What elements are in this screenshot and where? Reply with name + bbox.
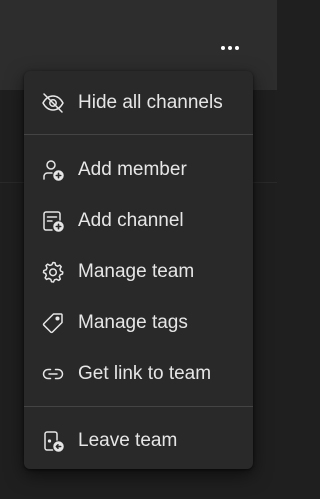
menu-item-label: Add channel <box>78 210 184 231</box>
menu-item-hide-all-channels[interactable]: Hide all channels <box>24 81 253 125</box>
menu-separator <box>24 406 253 407</box>
menu-item-label: Leave team <box>78 430 178 451</box>
channel-add-icon <box>41 209 65 233</box>
menu-item-add-member[interactable]: Add member <box>24 148 253 192</box>
menu-item-manage-team[interactable]: Manage team <box>24 250 253 294</box>
more-options-button[interactable] <box>214 36 246 60</box>
menu-item-label: Add member <box>78 159 187 180</box>
menu-item-label: Get link to team <box>78 363 212 384</box>
tag-icon <box>41 311 65 335</box>
menu-item-get-link-to-team[interactable]: Get link to team <box>24 352 253 396</box>
more-horizontal-icon <box>220 46 241 50</box>
menu-item-label: Manage tags <box>78 312 188 333</box>
eye-off-icon <box>41 91 65 115</box>
link-icon <box>41 362 65 386</box>
gear-icon <box>41 260 65 284</box>
team-context-menu: Hide all channels Add member Add channel… <box>24 71 253 469</box>
leave-icon <box>41 429 65 453</box>
menu-item-leave-team[interactable]: Leave team <box>24 419 253 463</box>
menu-separator <box>24 134 253 135</box>
menu-item-manage-tags[interactable]: Manage tags <box>24 301 253 345</box>
teams-app-window: Hide all channels Add member Add channel… <box>0 0 277 499</box>
menu-item-add-channel[interactable]: Add channel <box>24 199 253 243</box>
menu-item-label: Manage team <box>78 261 195 282</box>
person-add-icon <box>41 158 65 182</box>
menu-item-label: Hide all channels <box>78 92 223 113</box>
